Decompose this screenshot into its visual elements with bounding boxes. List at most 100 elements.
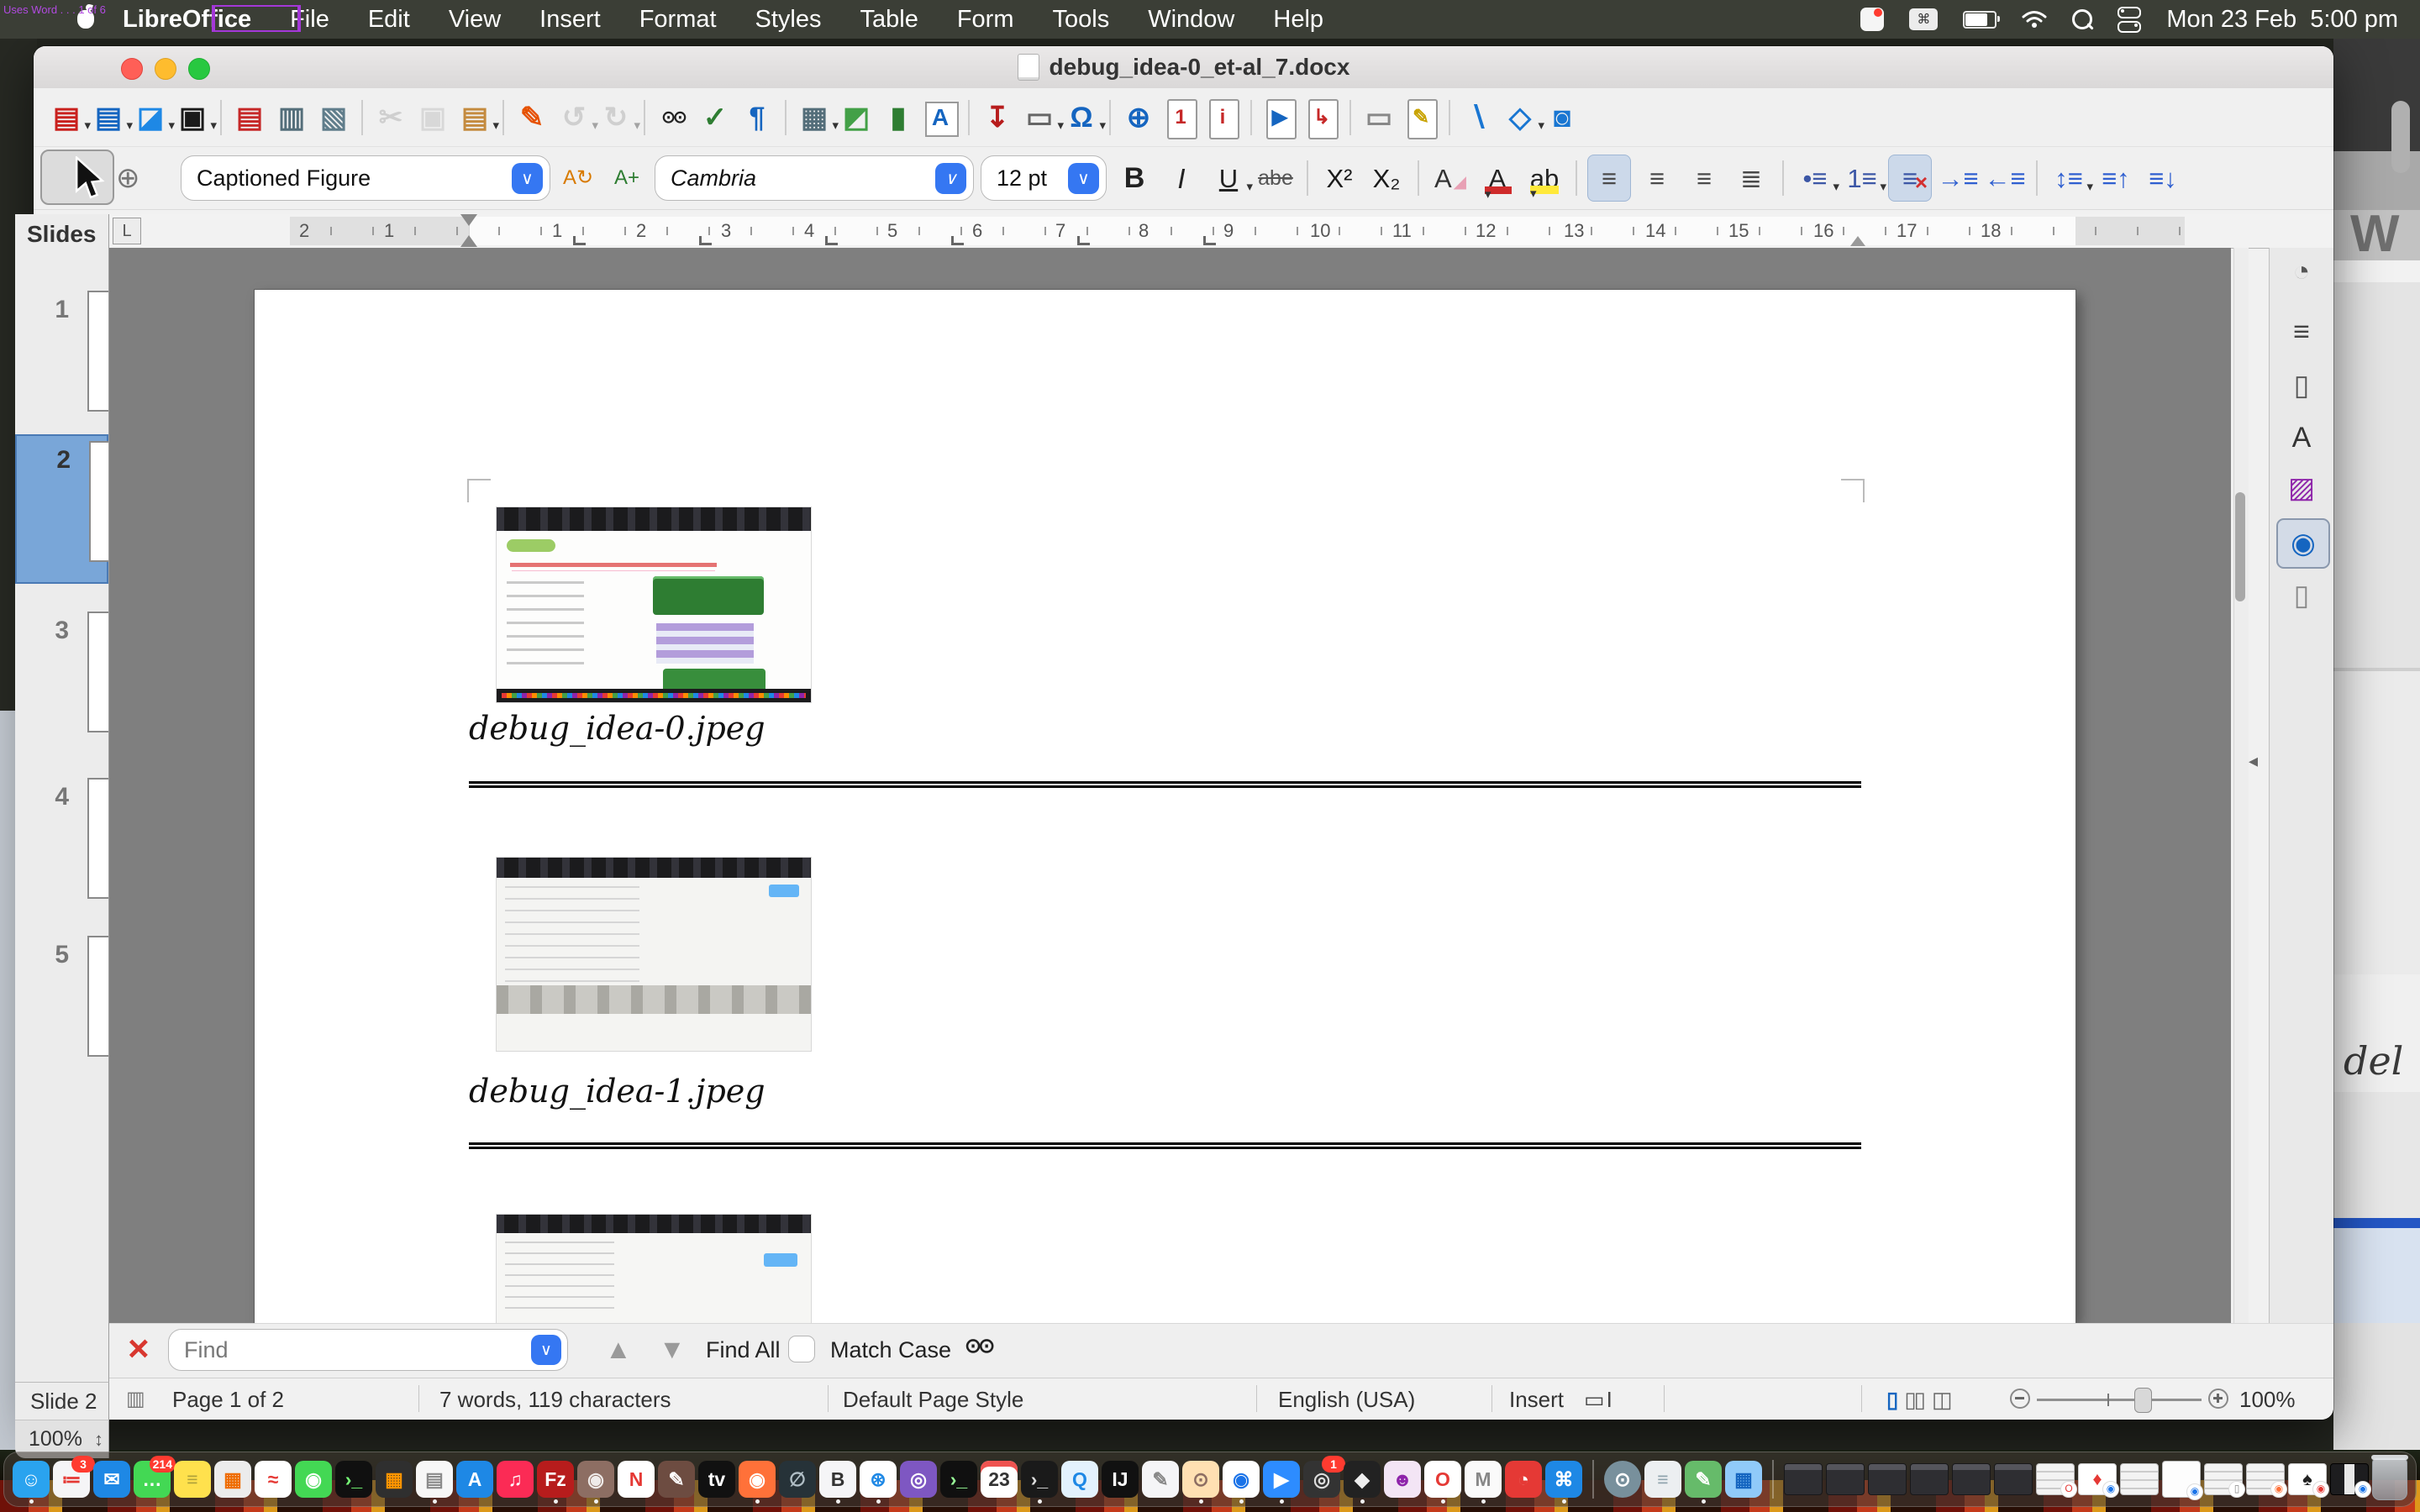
minimized-window[interactable]	[1784, 1463, 1823, 1495]
mail[interactable]: ✉	[93, 1461, 130, 1498]
xcode[interactable]: ⌘	[1545, 1461, 1582, 1498]
styles-tab[interactable]: A	[2276, 414, 2327, 461]
save-status-icon[interactable]: ▥	[126, 1387, 145, 1411]
format-toolbar-icon[interactable]	[1782, 160, 1784, 196]
menu-item[interactable]: View	[449, 6, 501, 34]
justified[interactable]: ≣	[1730, 155, 1772, 201]
export-pdf[interactable]: ▤	[229, 96, 271, 139]
zoom[interactable]: ▶	[1263, 1461, 1300, 1498]
minimized-window[interactable]: O	[2036, 1463, 2075, 1495]
inkscape[interactable]: ◆	[1344, 1461, 1381, 1498]
format-toolbar-icon[interactable]	[1576, 160, 1577, 196]
no-list[interactable]: ≡	[1888, 155, 1932, 202]
minimized-window[interactable]: ♦ ◉	[2078, 1463, 2117, 1495]
window-title-bar[interactable]: debug_idea-0_et-al_7.docx	[34, 46, 2333, 89]
print[interactable]: ▥	[271, 96, 313, 139]
menu-item[interactable]: Format	[639, 6, 717, 34]
minimized-window[interactable]	[1868, 1463, 1907, 1495]
cut[interactable]: ✂	[370, 96, 412, 139]
clone-formatting[interactable]: ✎	[511, 96, 553, 139]
minimized-window[interactable]	[1910, 1463, 1949, 1495]
slide-thumbnail[interactable]: 5	[15, 931, 108, 1065]
subscript[interactable]: X₂	[1365, 155, 1407, 201]
decrease-paragraph-spacing[interactable]: ≡↓	[2142, 155, 2184, 201]
minimized-window[interactable]: ◉	[2246, 1463, 2285, 1495]
insert-mode[interactable]: Insert	[1509, 1387, 1564, 1413]
track-changes[interactable]: ✎	[1400, 96, 1442, 139]
insert-field[interactable]: ▭	[1018, 96, 1060, 139]
b-browser-app[interactable]: B	[819, 1461, 856, 1498]
find-and-replace-icon[interactable]: ⊙⊙	[965, 1334, 992, 1358]
minimized-window[interactable]: ◉	[2162, 1461, 2201, 1498]
spotlight-search-icon[interactable]	[2072, 9, 2092, 29]
insert-table[interactable]: ▦	[793, 96, 835, 139]
document-page[interactable]: debug_idea-0.jpeg debug_idea-1.jpeg	[255, 290, 2075, 1323]
vertical-scrollbar[interactable]	[2233, 248, 2249, 1323]
menu-item[interactable]: Form	[957, 6, 1014, 34]
figure-image-1[interactable]	[496, 857, 812, 1052]
minimized-window[interactable]	[2120, 1463, 2159, 1495]
minimized-window[interactable]	[1826, 1463, 1865, 1495]
podcasts[interactable]: ◎	[900, 1461, 937, 1498]
terminal-exec-2[interactable]: ›_	[940, 1461, 977, 1498]
toolbar-icon[interactable]	[785, 100, 786, 135]
toolbar-icon[interactable]	[361, 100, 363, 135]
music[interactable]: ♫	[497, 1461, 534, 1498]
keyboard-switcher-icon[interactable]: ⌘	[1909, 8, 1938, 30]
chrome[interactable]: ◉	[1223, 1461, 1260, 1498]
find-next-icon[interactable]: ▼	[659, 1334, 686, 1365]
quicktime[interactable]: Q	[1061, 1461, 1098, 1498]
background-zoom-tool-icon[interactable]: ⊕	[116, 161, 140, 195]
align-right[interactable]: ≡	[1683, 155, 1725, 201]
chevron-down-icon[interactable]: ∨	[531, 1335, 561, 1365]
font-color[interactable]: A	[1476, 155, 1518, 201]
insert-endnote[interactable]: i	[1202, 96, 1244, 139]
gauge-app[interactable]: ◔	[1505, 1461, 1542, 1498]
terminal[interactable]: ›_	[1021, 1461, 1058, 1498]
figure-caption[interactable]: debug_idea-0.jpeg	[469, 710, 765, 747]
reminders[interactable]: ≔ 3	[53, 1461, 90, 1498]
toolbar-icon[interactable]	[968, 100, 970, 135]
messages[interactable]: … 214	[134, 1461, 171, 1498]
close-find-bar-icon[interactable]: ×	[128, 1331, 150, 1368]
menu-bar-clock[interactable]: Mon 23 Feb 5:00 pm	[2166, 6, 2398, 34]
finder[interactable]: ☺	[13, 1461, 50, 1498]
slide-thumbnail[interactable]: 4	[15, 773, 108, 907]
zoom-slider[interactable]	[2008, 1387, 2235, 1412]
safari[interactable]: ⊛	[860, 1461, 897, 1498]
minimized-window[interactable]: ♠ ◉	[2288, 1463, 2327, 1495]
stickies-app[interactable]: ≡	[1644, 1461, 1681, 1498]
sidebar-collapse-arrow[interactable]: ◂	[2249, 750, 2258, 772]
scrollbar-thumb[interactable]	[2235, 492, 2245, 601]
align-left[interactable]: ≡	[1587, 155, 1631, 202]
show-draw-functions[interactable]: ◙	[1541, 96, 1583, 139]
insert-footnote[interactable]: 1	[1160, 96, 1202, 139]
save[interactable]: ▣	[171, 96, 213, 139]
document-scroll-area[interactable]: debug_idea-0.jpeg debug_idea-1.jpeg	[109, 248, 2231, 1323]
gallery-tab[interactable]: ▨	[2276, 465, 2327, 512]
chart-app[interactable]: ≈	[255, 1461, 292, 1498]
status-app-icon[interactable]	[1860, 8, 1884, 31]
pink-face-app[interactable]: ☻	[1384, 1461, 1421, 1498]
bullet-list[interactable]: •≡	[1794, 155, 1836, 201]
selection-mode-icon[interactable]: ▭I	[1584, 1387, 1614, 1413]
page-style[interactable]: Default Page Style	[843, 1387, 1023, 1413]
zoom-in-icon[interactable]	[2208, 1389, 2228, 1409]
preview[interactable]: ▤	[416, 1461, 453, 1498]
spelling-check[interactable]: ✓	[694, 96, 736, 139]
menu-item[interactable]: Tools	[1053, 6, 1110, 34]
align-center[interactable]: ≡	[1636, 155, 1678, 201]
calculator[interactable]: ▦	[376, 1461, 413, 1498]
app-store[interactable]: A	[456, 1461, 493, 1498]
control-center-icon[interactable]	[2118, 7, 2141, 33]
toolbar-icon[interactable]	[644, 100, 645, 135]
formatting-marks[interactable]: ¶	[736, 96, 778, 139]
chevron-down-icon[interactable]: ∨	[935, 163, 966, 194]
menu-item[interactable]: Edit	[368, 6, 410, 34]
word-count[interactable]: 7 words, 119 characters	[439, 1387, 671, 1413]
gimp[interactable]: ✎	[658, 1461, 695, 1498]
figure-image-2[interactable]	[496, 1214, 812, 1323]
contacts[interactable]: ◉	[577, 1461, 614, 1498]
wifi-icon[interactable]	[2022, 10, 2047, 29]
opera[interactable]: O	[1424, 1461, 1461, 1498]
